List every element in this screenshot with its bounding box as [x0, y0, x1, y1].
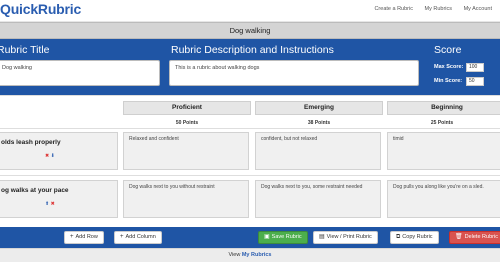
column-header-emerging[interactable]: Emerging [255, 101, 383, 115]
add-column-button[interactable]: + Add Column [114, 231, 162, 244]
rubric-name-strip: Dog walking [0, 22, 500, 39]
save-icon: ▣ [264, 234, 270, 240]
row-divider [0, 175, 500, 176]
max-score-label: Max Score: [434, 64, 464, 70]
nav-create-rubric[interactable]: Create a Rubric [374, 6, 413, 12]
score-heading: Score [434, 44, 462, 56]
copy-rubric-label: Copy Rubric [402, 234, 433, 240]
plus-icon: + [120, 234, 124, 240]
row-controls: ✖ ⬇ [45, 153, 55, 159]
rubric-grid: Proficient Emerging Beginning 50 Points … [0, 95, 500, 227]
rubric-title-heading: Rubric Title [0, 44, 50, 56]
criteria-cell[interactable]: Dog walks next to you without restraint [123, 180, 249, 218]
delete-row-icon[interactable]: ✖ [45, 153, 49, 159]
criteria-cell[interactable]: Relaxed and confident [123, 132, 249, 170]
logo-text: QuickRubric [0, 1, 82, 17]
copy-icon: ⧉ [396, 234, 401, 240]
max-score-input[interactable]: 100 [466, 63, 484, 72]
description-heading: Rubric Description and Instructions [171, 44, 334, 56]
column-points-emerging[interactable]: 38 Points [255, 120, 383, 126]
row-label[interactable]: olds leash properly [1, 139, 61, 146]
row-label-cell: og walks at your pace ⬆ ✖ [0, 180, 118, 218]
footer: View My Rubrics [0, 248, 500, 262]
min-score-input[interactable]: 50 [466, 77, 484, 86]
add-row-label: Add Row [75, 234, 98, 240]
nav-my-rubrics[interactable]: My Rubrics [425, 6, 453, 12]
column-header-beginning[interactable]: Beginning [387, 101, 500, 115]
add-row-button[interactable]: + Add Row [64, 231, 104, 244]
my-rubrics-link[interactable]: My Rubrics [242, 252, 272, 258]
save-rubric-button[interactable]: ▣ Save Rubric [258, 231, 308, 244]
delete-rubric-label: Delete Rubric [464, 234, 498, 240]
plus-icon: + [70, 234, 74, 240]
row-label[interactable]: og walks at your pace [1, 187, 69, 194]
min-score-label: Min Score: [434, 78, 463, 84]
copy-rubric-button[interactable]: ⧉ Copy Rubric [390, 231, 439, 244]
column-points-beginning[interactable]: 25 Points [387, 120, 497, 126]
trash-icon: 🗑 [455, 234, 463, 240]
nav-my-account[interactable]: My Account [464, 6, 492, 12]
nav-links: Create a Rubric My Rubrics My Account [364, 6, 492, 12]
add-column-label: Add Column [125, 234, 156, 240]
brand-logo[interactable]: QuickRubric [0, 1, 81, 17]
rubric-header: Rubric Title Dog walking Rubric Descript… [0, 39, 500, 95]
view-print-button[interactable]: ▤ View / Print Rubric [313, 231, 378, 244]
description-textarea[interactable]: This is a rubric about walking dogs [169, 60, 419, 86]
delete-rubric-button[interactable]: 🗑 Delete Rubric [449, 231, 500, 244]
view-print-label: View / Print Rubric [326, 234, 372, 240]
footer-prefix: View [228, 252, 241, 258]
row-controls: ⬆ ✖ [45, 201, 55, 207]
print-icon: ▤ [319, 234, 325, 240]
delete-row-icon[interactable]: ✖ [51, 201, 55, 207]
top-navbar: QuickRubric Create a Rubric My Rubrics M… [0, 0, 500, 22]
criteria-cell[interactable]: Dog pulls you along like you're on a sle… [387, 180, 500, 218]
row-label-cell: olds leash properly ✖ ⬇ [0, 132, 118, 170]
move-down-icon[interactable]: ⬇ [51, 153, 55, 159]
save-rubric-label: Save Rubric [271, 234, 302, 240]
column-header-proficient[interactable]: Proficient [123, 101, 251, 115]
column-points-proficient[interactable]: 50 Points [123, 120, 251, 126]
criteria-cell[interactable]: timid [387, 132, 500, 170]
move-up-icon[interactable]: ⬆ [45, 201, 49, 207]
criteria-cell[interactable]: Dog walks next to you, some restraint ne… [255, 180, 381, 218]
criteria-cell[interactable]: confident, but not relaxed [255, 132, 381, 170]
row-divider [0, 128, 500, 129]
bottom-toolbar: + Add Row + Add Column ▣ Save Rubric ▤ View … [0, 227, 500, 248]
rubric-title-input[interactable]: Dog walking [0, 60, 160, 86]
